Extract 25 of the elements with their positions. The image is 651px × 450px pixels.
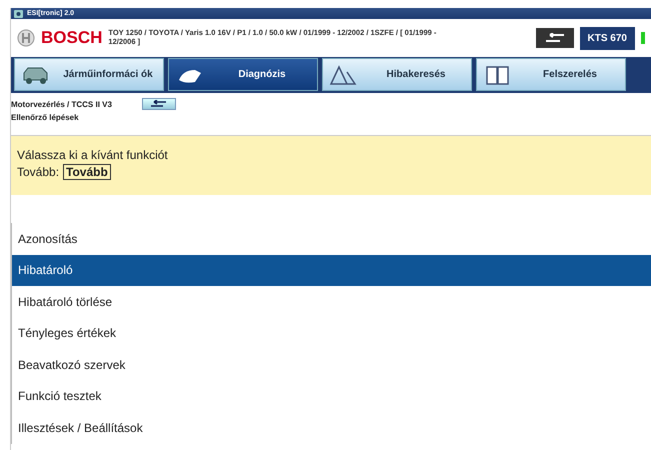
warning-icon bbox=[329, 64, 359, 86]
back-button[interactable] bbox=[142, 98, 176, 110]
next-label: Tovább: bbox=[17, 165, 60, 179]
app-icon bbox=[14, 10, 23, 18]
back-arrow-icon bbox=[544, 33, 566, 43]
menu-item[interactable]: Azonosítás bbox=[12, 223, 651, 254]
back-arrow-icon bbox=[150, 100, 168, 108]
brand-name: BOSCH bbox=[41, 28, 102, 48]
subtitle: Ellenőrző lépések bbox=[11, 113, 80, 122]
menu-item[interactable]: Hibatároló törlése bbox=[12, 286, 651, 318]
back-button[interactable] bbox=[536, 28, 574, 48]
menu-item[interactable]: Illesztések / Beállítások bbox=[12, 412, 651, 444]
menu-item[interactable]: Beavatkozó szervek bbox=[12, 349, 651, 380]
breadcrumb: Motorvezérlés / TCCS II V3 bbox=[11, 100, 112, 108]
device-name: KTS 670 bbox=[580, 26, 635, 50]
logo-icon bbox=[17, 29, 35, 47]
menu-item[interactable]: Tényleges értékek bbox=[12, 318, 651, 349]
tab[interactable]: Diagnózis bbox=[168, 58, 318, 91]
tab[interactable]: Járműinformáci ók bbox=[14, 58, 164, 91]
next-button[interactable]: Tovább bbox=[63, 164, 111, 180]
tab[interactable]: Hibakeresés bbox=[322, 58, 472, 91]
tab[interactable]: Felszerelés bbox=[476, 58, 626, 91]
prompt-text: Válassza ki a kívánt funkciót bbox=[17, 148, 169, 162]
menu-item[interactable]: Funkció tesztek bbox=[12, 380, 651, 412]
menu-item[interactable]: Hibatároló bbox=[12, 254, 651, 286]
